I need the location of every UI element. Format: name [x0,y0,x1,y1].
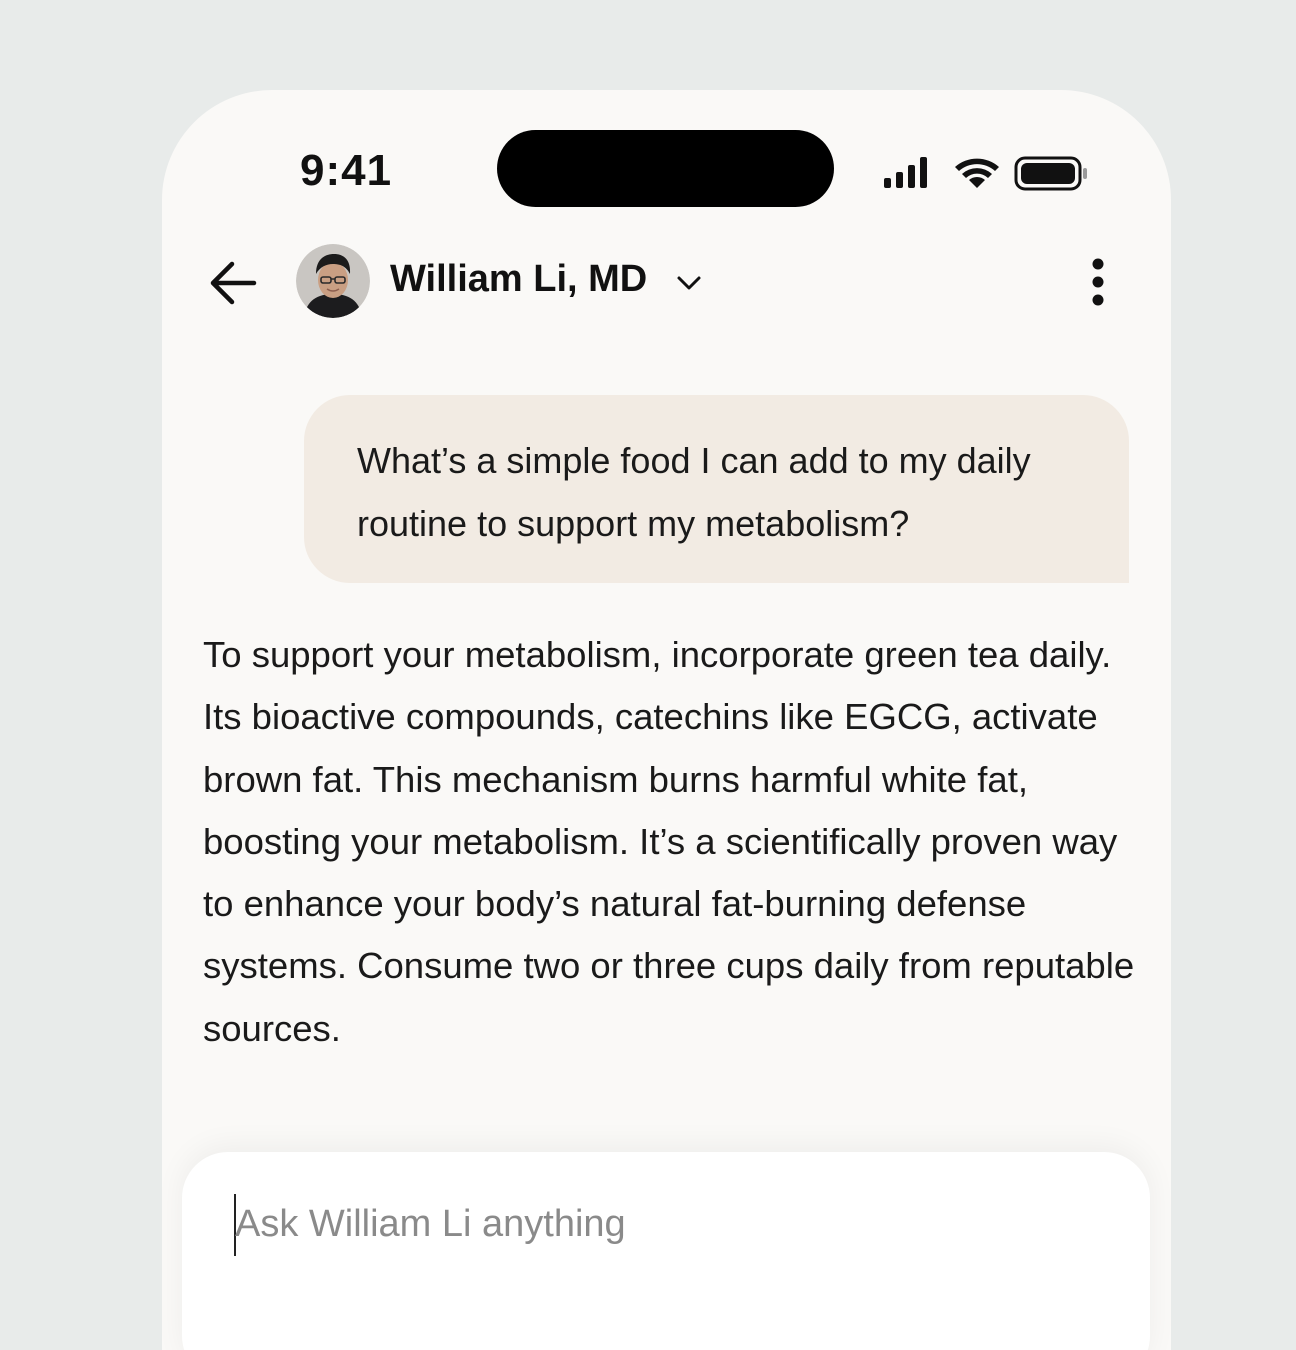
user-message-bubble: What’s a simple food I can add to my dai… [304,395,1129,583]
phone-screen: 9:41 William Li, MD What’s a simple food… [162,90,1171,1350]
assistant-reply-text: To support your metabolism, incorporate … [203,634,1135,1049]
arrow-left-icon[interactable] [208,260,258,306]
chevron-down-icon[interactable] [674,268,704,298]
battery-icon [1014,156,1087,191]
user-message-text: What’s a simple food I can add to my dai… [357,440,1031,544]
cellular-signal-icon [884,157,927,188]
contact-name[interactable]: William Li, MD [390,258,647,301]
dynamic-island [497,130,834,207]
wifi-icon [955,158,999,188]
message-composer [182,1152,1150,1350]
chat-header: William Li, MD [162,240,1171,324]
more-vertical-icon[interactable] [1078,252,1118,312]
status-icons [884,156,1087,191]
chat-input[interactable] [235,1192,1095,1256]
status-time: 9:41 [300,146,393,195]
avatar[interactable] [296,244,370,318]
